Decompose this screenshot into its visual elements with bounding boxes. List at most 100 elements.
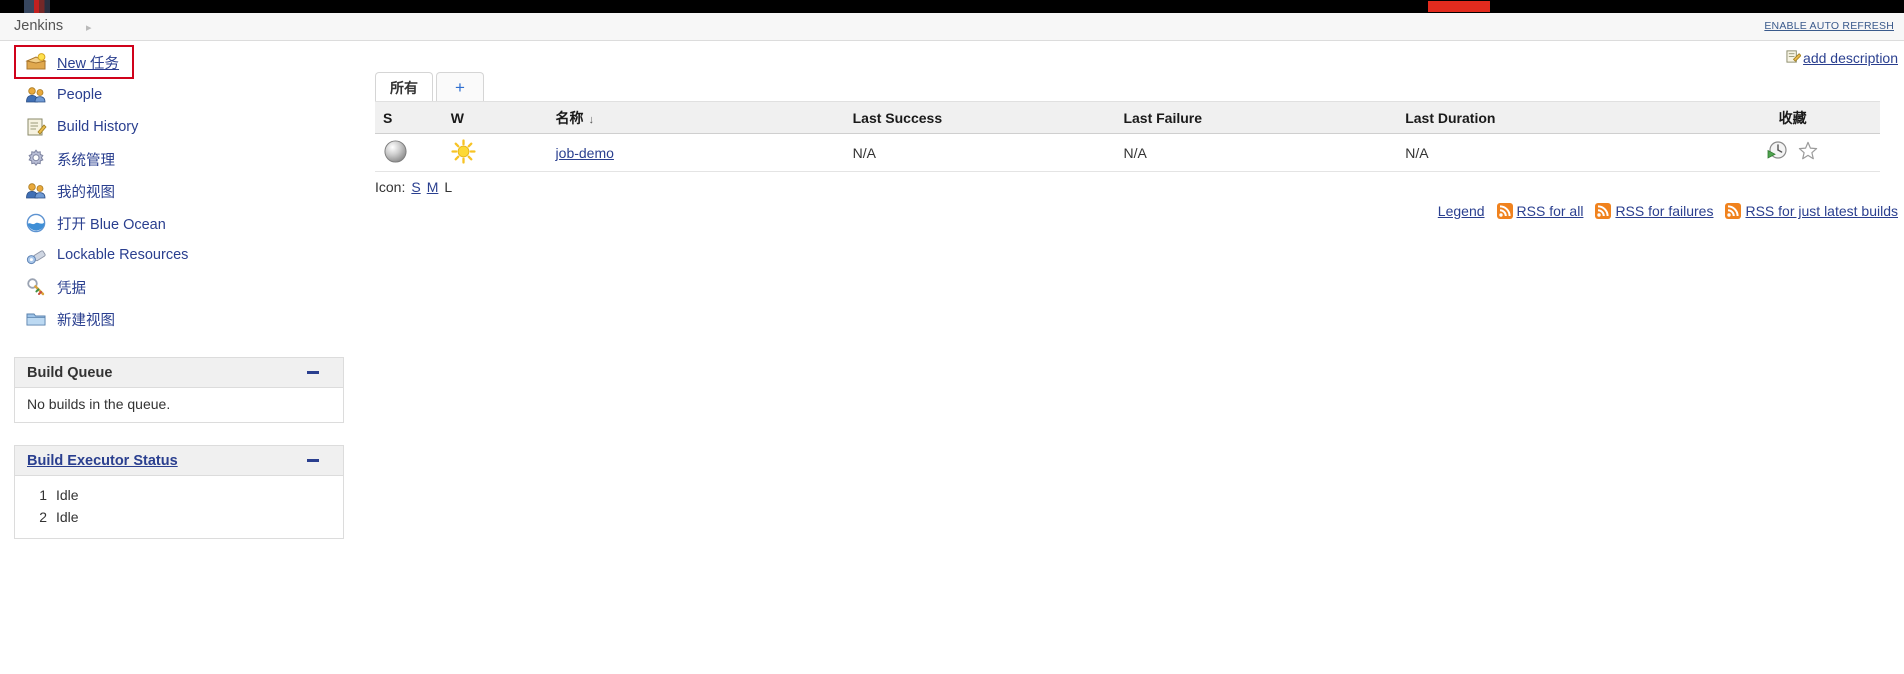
cell-job-name: job-demo (547, 133, 845, 172)
new-view-folder-icon (24, 307, 48, 331)
sidebar-item-my-views[interactable]: 我的视图 (0, 175, 350, 207)
jobs-table-header-row: S W 名称 ↓ Last Success Last Failure Last D… (375, 101, 1880, 134)
add-description-label: add description (1803, 50, 1898, 66)
sidebar-item-label: 我的视图 (57, 184, 115, 201)
build-history-icon (24, 115, 48, 139)
sidebar-item-label: 凭据 (57, 280, 86, 297)
sidebar-item-label: Lockable Resources (57, 247, 189, 263)
sidebar-item-new-view[interactable]: 新建视图 (0, 303, 350, 335)
executor-state: Idle (56, 509, 79, 525)
build-queue-widget: Build Queue No builds in the queue. (14, 357, 344, 423)
rss-for-failures-label: RSS for failures (1615, 203, 1714, 219)
sidebar-item-credentials[interactable]: 凭据 (0, 271, 350, 303)
chevron-right-icon[interactable]: ▸ (86, 21, 92, 34)
icon-size-large: L (444, 179, 453, 195)
legend-link[interactable]: Legend (1438, 203, 1485, 219)
table-row[interactable]: job-demo N/A N/A N/A (375, 133, 1880, 172)
column-header-last-duration[interactable]: Last Duration (1397, 101, 1706, 134)
build-queue-header: Build Queue (15, 358, 343, 388)
build-executor-status-title[interactable]: Build Executor Status (27, 453, 178, 469)
sunny-weather-icon (451, 138, 476, 167)
column-header-last-success[interactable]: Last Success (844, 101, 1116, 134)
rss-for-all-label: RSS for all (1516, 203, 1584, 219)
icon-size-label: Icon: (375, 179, 406, 195)
browser-chrome-bar (0, 0, 1904, 13)
star-outline-icon[interactable] (1797, 140, 1819, 165)
jobs-table: S W 名称 ↓ Last Success Last Failure Last D… (375, 101, 1880, 172)
cell-last-success: N/A (844, 133, 1116, 172)
executor-number: 1 (39, 487, 47, 503)
sidebar-item-label: Build History (57, 119, 139, 135)
blue-ocean-icon (24, 211, 48, 235)
sidebar-task-list: New 任务 People Build History 系统管理 我的视图 打开… (0, 41, 350, 335)
credentials-icon (24, 275, 48, 299)
row-actions (1713, 140, 1872, 165)
executor-row: 2 Idle (27, 506, 331, 528)
new-job-icon (24, 50, 48, 74)
collapse-icon[interactable] (307, 371, 319, 374)
sidebar-item-label: People (57, 87, 103, 103)
sidebar-item-label: 系统管理 (57, 152, 115, 169)
icon-size-selector: Icon: S M L (375, 179, 452, 195)
sidebar-item-label: New 任务 (57, 55, 120, 72)
cell-favorite-actions (1705, 133, 1880, 172)
sidebar-item-new-job[interactable]: New 任务 (14, 45, 134, 79)
edit-description-icon (1786, 49, 1802, 67)
rss-for-all-link[interactable]: RSS for all (1496, 203, 1584, 219)
sidebar-item-manage-jenkins[interactable]: 系统管理 (0, 143, 350, 175)
column-header-name-label: 名称 (555, 109, 584, 126)
collapse-icon[interactable] (307, 459, 319, 462)
schedule-build-icon[interactable] (1766, 140, 1788, 165)
footer-links: Legend RSS for all RSS for failures RSS … (1438, 203, 1898, 219)
view-tab-bar: 所有 + (375, 70, 487, 102)
column-header-last-failure[interactable]: Last Failure (1115, 101, 1398, 134)
build-executor-status-widget: Build Executor Status 1 Idle 2 Idle (14, 445, 344, 539)
rss-for-latest-builds-link[interactable]: RSS for just latest builds (1725, 203, 1898, 219)
legend-label: Legend (1437, 203, 1485, 219)
rss-icon (1725, 203, 1742, 219)
sidebar-item-label: 打开 Blue Ocean (57, 216, 166, 233)
tab-add-view[interactable]: + (436, 72, 484, 102)
sidebar: New 任务 People Build History 系统管理 我的视图 打开… (0, 41, 350, 539)
red-tab-indicator[interactable] (1428, 1, 1490, 12)
build-queue-empty-text: No builds in the queue. (27, 396, 171, 412)
cell-last-failure: N/A (1115, 133, 1398, 172)
tab-all[interactable]: 所有 (375, 72, 433, 102)
job-link[interactable]: job-demo (556, 145, 614, 161)
page-body: New 任务 People Build History 系统管理 我的视图 打开… (0, 41, 1904, 674)
rss-for-failures-link[interactable]: RSS for failures (1595, 203, 1713, 219)
column-header-status[interactable]: S (375, 101, 443, 134)
rss-icon (1496, 203, 1513, 219)
rss-icon (1595, 203, 1612, 219)
sidebar-item-build-history[interactable]: Build History (0, 111, 350, 143)
people-icon (24, 83, 48, 107)
build-queue-title: Build Queue (27, 364, 113, 381)
build-executor-status-body: 1 Idle 2 Idle (15, 476, 343, 538)
breadcrumb-root[interactable]: Jenkins (14, 18, 63, 34)
cell-last-duration: N/A (1397, 133, 1706, 172)
jobs-table-body: job-demo N/A N/A N/A (375, 133, 1880, 172)
icon-size-medium[interactable]: M (427, 179, 439, 195)
sidebar-item-label: 新建视图 (57, 312, 115, 329)
jobs-table-head: S W 名称 ↓ Last Success Last Failure Last D… (375, 101, 1880, 134)
build-executor-status-header: Build Executor Status (15, 446, 343, 476)
enable-auto-refresh-link[interactable]: ENABLE AUTO REFRESH (1764, 20, 1894, 32)
executor-row: 1 Idle (27, 484, 331, 506)
cell-weather (442, 133, 548, 172)
sidebar-item-people[interactable]: People (0, 79, 350, 111)
lockable-resources-icon (24, 243, 48, 267)
my-views-icon (24, 179, 48, 203)
column-header-favorite[interactable]: 收藏 (1705, 101, 1880, 134)
bookmark-icon (24, 0, 50, 13)
cell-status (375, 133, 443, 172)
grey-ball-icon (383, 139, 408, 167)
add-description-link[interactable]: add description (1786, 49, 1898, 67)
sidebar-item-lockable-resources[interactable]: Lockable Resources (0, 239, 350, 271)
executor-state: Idle (56, 487, 79, 503)
icon-size-small[interactable]: S (411, 179, 420, 195)
column-header-weather[interactable]: W (442, 101, 548, 134)
column-header-name[interactable]: 名称 ↓ (547, 101, 845, 134)
gear-icon (24, 147, 48, 171)
sort-descending-icon: ↓ (588, 113, 595, 126)
sidebar-item-blue-ocean[interactable]: 打开 Blue Ocean (0, 207, 350, 239)
